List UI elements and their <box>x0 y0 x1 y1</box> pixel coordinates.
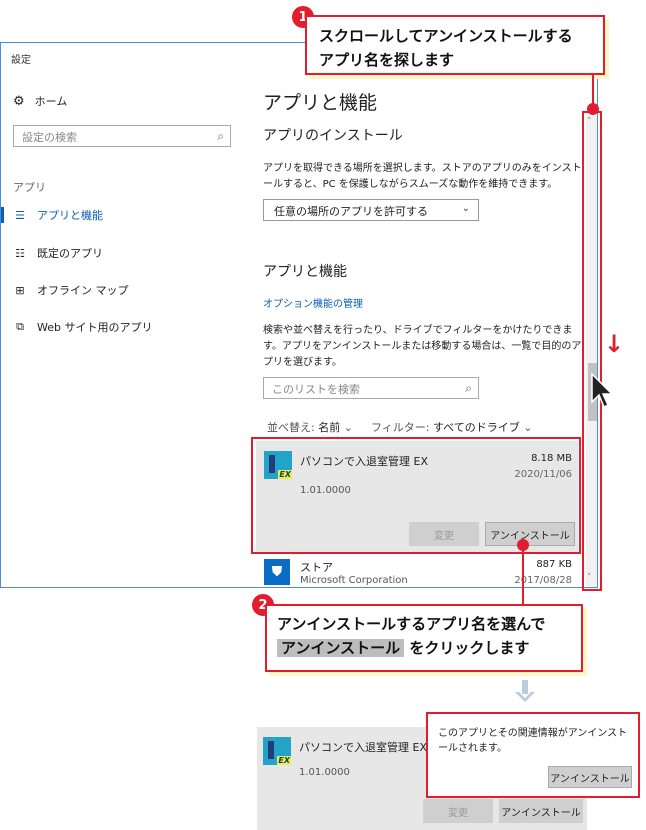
sidebar-item-apps-features[interactable]: ☰ アプリと機能 <box>13 207 103 223</box>
sidebar-home-label: ホーム <box>34 95 68 108</box>
dialog-message: このアプリとその関連情報がアンインストールされます。 <box>438 728 628 754</box>
selected-app-highlight-frame <box>251 437 581 554</box>
step2-text-line2: アンインストール をクリックします <box>277 636 571 660</box>
sort-dropdown[interactable]: 並べ替え: 名前 ⌄ <box>267 419 353 435</box>
sidebar-item-default-apps[interactable]: ☷ 既定のアプリ <box>13 245 103 261</box>
app-list-search-input[interactable]: このリストを検索 ⌕ <box>263 377 479 399</box>
dialog-uninstall-button[interactable]: アンインストール <box>548 766 632 788</box>
app-size: 887 KB <box>536 559 572 570</box>
sidebar-home[interactable]: ⚙ ホーム <box>13 93 67 109</box>
app-list-item[interactable]: ⛊ ストア Microsoft Corporation 887 KB 2017/… <box>256 555 578 587</box>
chevron-down-icon: ⌄ <box>523 421 533 434</box>
filter-label: フィルター: <box>370 421 430 434</box>
sidebar-item-label: 既定のアプリ <box>37 247 103 260</box>
sidebar-item-offline-maps[interactable]: ⊞ オフライン マップ <box>13 282 129 298</box>
step2-text-line1: アンインストールするアプリ名を選んで <box>277 615 546 633</box>
scrollbar-highlight-frame <box>582 111 602 591</box>
step2-highlight: アンインストール <box>277 639 405 657</box>
filter-value: すべてのドライブ <box>432 421 520 434</box>
step1-connector-dot <box>587 103 599 115</box>
next-step-arrow-icon <box>515 680 535 702</box>
app-publisher: Microsoft Corporation <box>300 575 408 586</box>
window-title: 設定 <box>11 55 31 66</box>
sort-filter-row: 並べ替え: 名前 ⌄ フィルター: すべてのドライブ ⌄ <box>267 419 532 435</box>
step1-text-line2: アプリ名を探します <box>319 51 455 69</box>
scroll-down-arrow-icon: ↓ <box>604 330 625 358</box>
apps-description: 検索や並べ替えを行ったり、ドライブでフィルターをかけたりできます。アプリをアンイ… <box>263 325 582 368</box>
sidebar-item-label: オフライン マップ <box>37 284 129 297</box>
app-list-search-placeholder: このリストを検索 <box>272 383 360 396</box>
apps-heading: アプリと機能 <box>263 264 347 280</box>
step2-callout: アンインストールするアプリ名を選んで アンインストール をクリックします <box>265 604 583 672</box>
search-icon: ⌕ <box>465 381 472 395</box>
chevron-down-icon: ⌄ <box>343 421 353 434</box>
website-apps-icon: ⧉ <box>16 320 24 333</box>
app-date: 2017/08/28 <box>514 575 572 586</box>
sort-label: 並べ替え: <box>267 421 315 434</box>
app-name: パソコンで入退室管理 EX <box>299 741 427 754</box>
sidebar-item-label: Web サイト用のアプリ <box>37 321 153 334</box>
mouse-cursor-icon <box>591 372 614 409</box>
app-icon-shape <box>268 741 274 759</box>
chevron-down-icon: ⌄ <box>461 203 470 214</box>
install-source-value: 任意の場所のアプリを許可する <box>274 205 428 218</box>
step2-connector <box>522 548 524 610</box>
app-icon-badge: EX <box>277 756 291 765</box>
sidebar-item-website-apps[interactable]: ⧉ Web サイト用のアプリ <box>13 319 152 335</box>
settings-search-input[interactable]: 設定の検索 ⌕ <box>13 125 231 147</box>
filter-dropdown[interactable]: フィルター: すべてのドライブ ⌄ <box>371 419 533 435</box>
offline-map-icon: ⊞ <box>15 283 25 297</box>
step1-text-line1: スクロールしてアンインストールする <box>319 27 573 45</box>
uninstall-button[interactable]: アンインストール <box>499 799 583 823</box>
modify-button[interactable]: 変更 <box>423 799 493 823</box>
step2-text-line2-suffix: をクリックします <box>409 639 530 657</box>
install-source-select[interactable]: 任意の場所のアプリを許可する ⌄ <box>263 199 479 221</box>
step1-callout: スクロールしてアンインストールする アプリ名を探します <box>305 15 605 75</box>
install-heading: アプリのインストール <box>263 128 403 144</box>
store-icon: ⛊ <box>264 559 290 585</box>
app-icon: EX <box>263 737 291 765</box>
gear-icon: ⚙ <box>13 93 25 109</box>
sidebar-active-indicator <box>1 207 4 223</box>
sidebar-item-label: アプリと機能 <box>37 209 103 222</box>
sort-value: 名前 <box>318 421 341 434</box>
page-title: アプリと機能 <box>263 92 378 114</box>
optional-features-link[interactable]: オプション機能の管理 <box>263 295 363 310</box>
settings-search-placeholder: 設定の検索 <box>22 131 77 144</box>
sidebar-section-label: アプリ <box>13 181 46 194</box>
uninstall-confirm-dialog: このアプリとその関連情報がアンインストールされます。 アンインストール <box>426 712 640 798</box>
search-icon: ⌕ <box>217 129 224 143</box>
apps-list-icon: ☰ <box>15 208 25 222</box>
default-apps-icon: ☷ <box>15 246 25 260</box>
install-description: アプリを取得できる場所を選択します。ストアのアプリのみをインストールすると、PC… <box>263 163 582 190</box>
app-name: ストア <box>300 561 333 574</box>
app-version: 1.01.0000 <box>299 767 350 778</box>
